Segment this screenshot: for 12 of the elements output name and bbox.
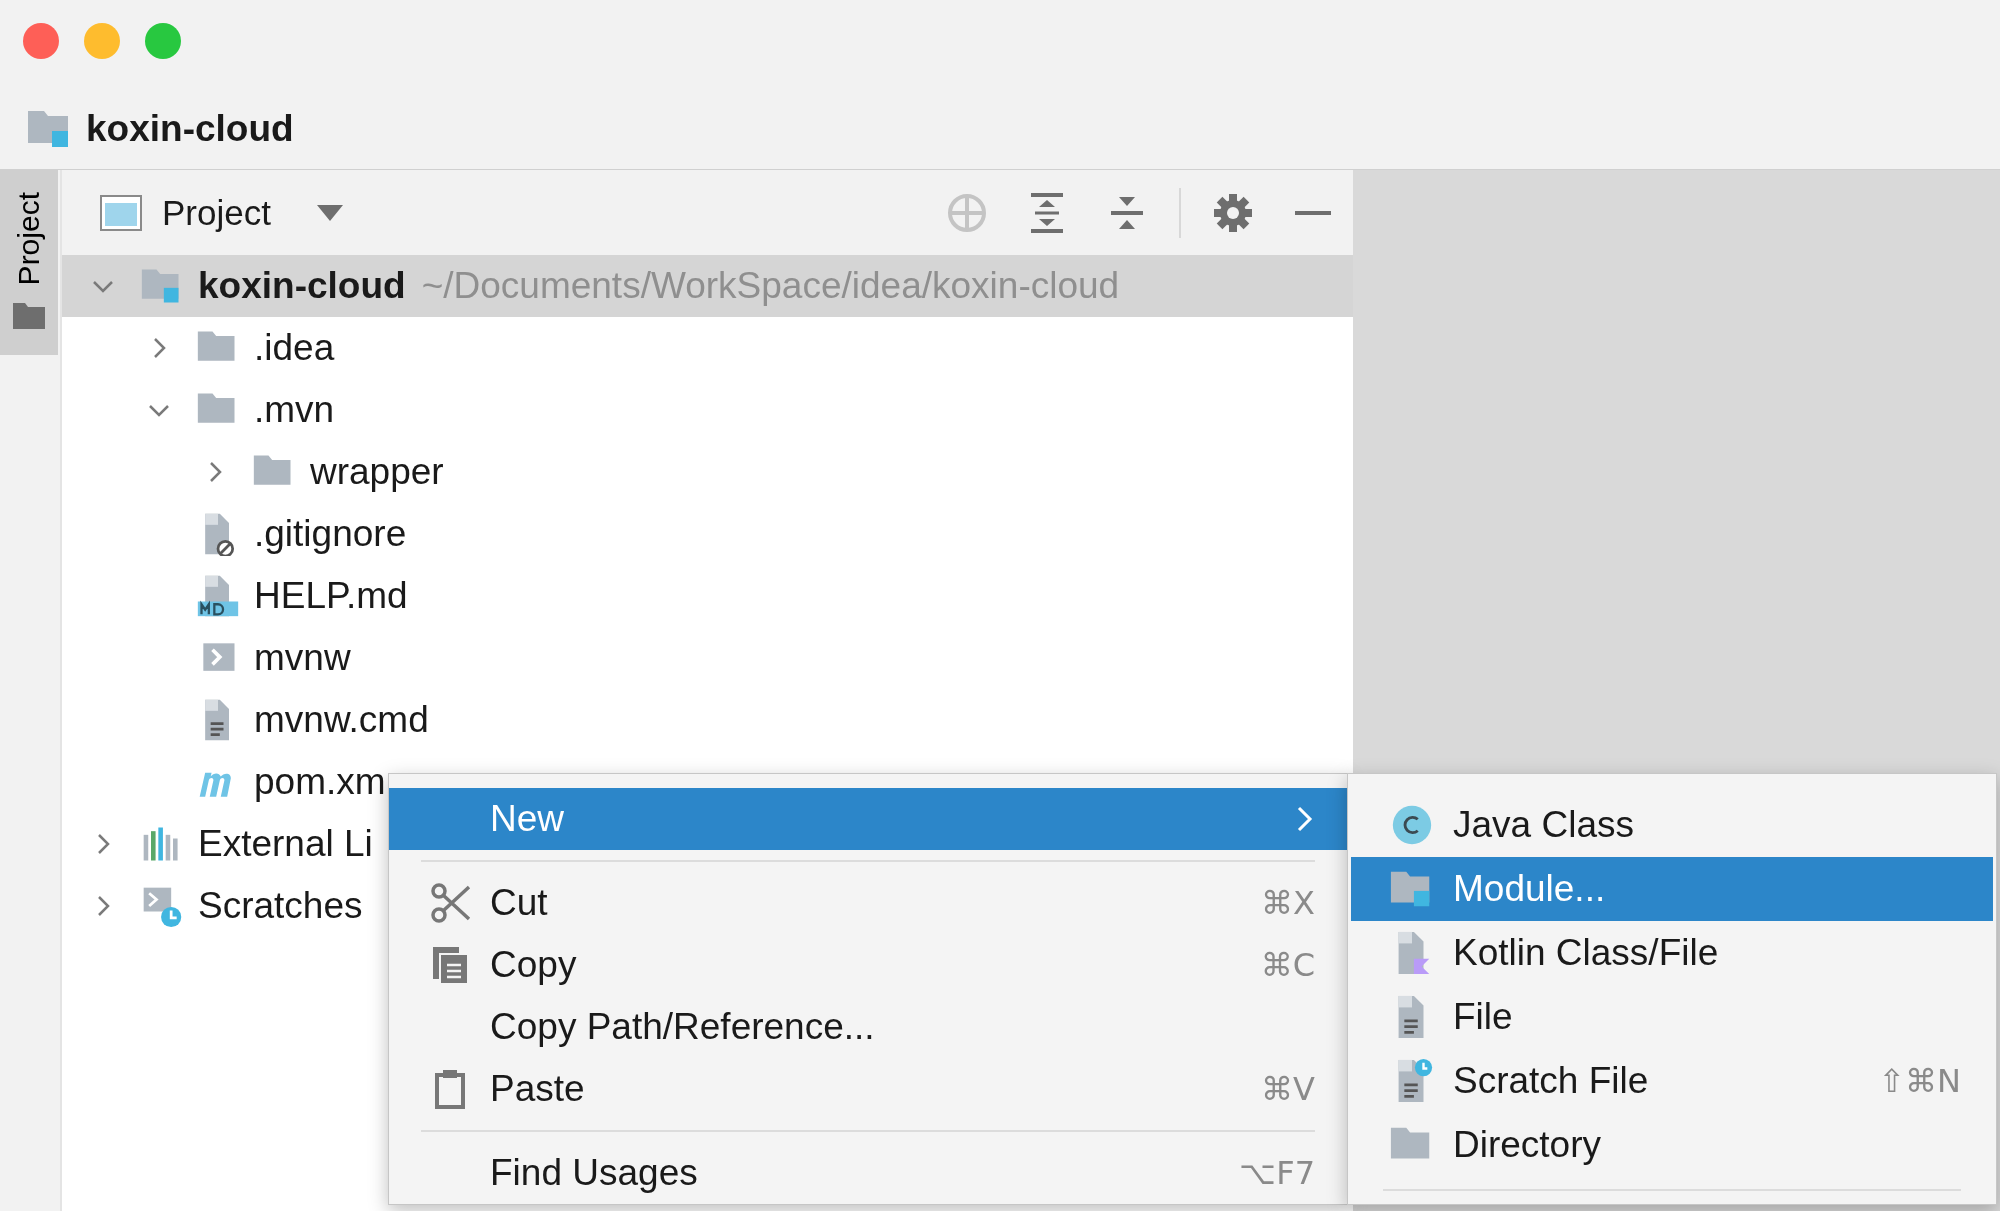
tree-label: External Li <box>198 823 373 865</box>
tree-label: .mvn <box>254 389 335 431</box>
tree-label: mvnw.cmd <box>254 699 429 741</box>
tree-label: mvnw <box>254 637 351 679</box>
tree-label: HELP.md <box>254 575 408 617</box>
project-path: ~/Documents/WorkSpace/idea/koxin-cloud <box>421 265 1120 307</box>
tree-label: koxin-cloud <box>198 265 406 307</box>
tree-label: wrapper <box>310 451 444 493</box>
tree-label: .gitignore <box>254 513 407 555</box>
tree-label: .idea <box>254 327 335 369</box>
tree-label: Scratches <box>198 885 363 927</box>
tree-label: pom.xm <box>254 761 386 803</box>
